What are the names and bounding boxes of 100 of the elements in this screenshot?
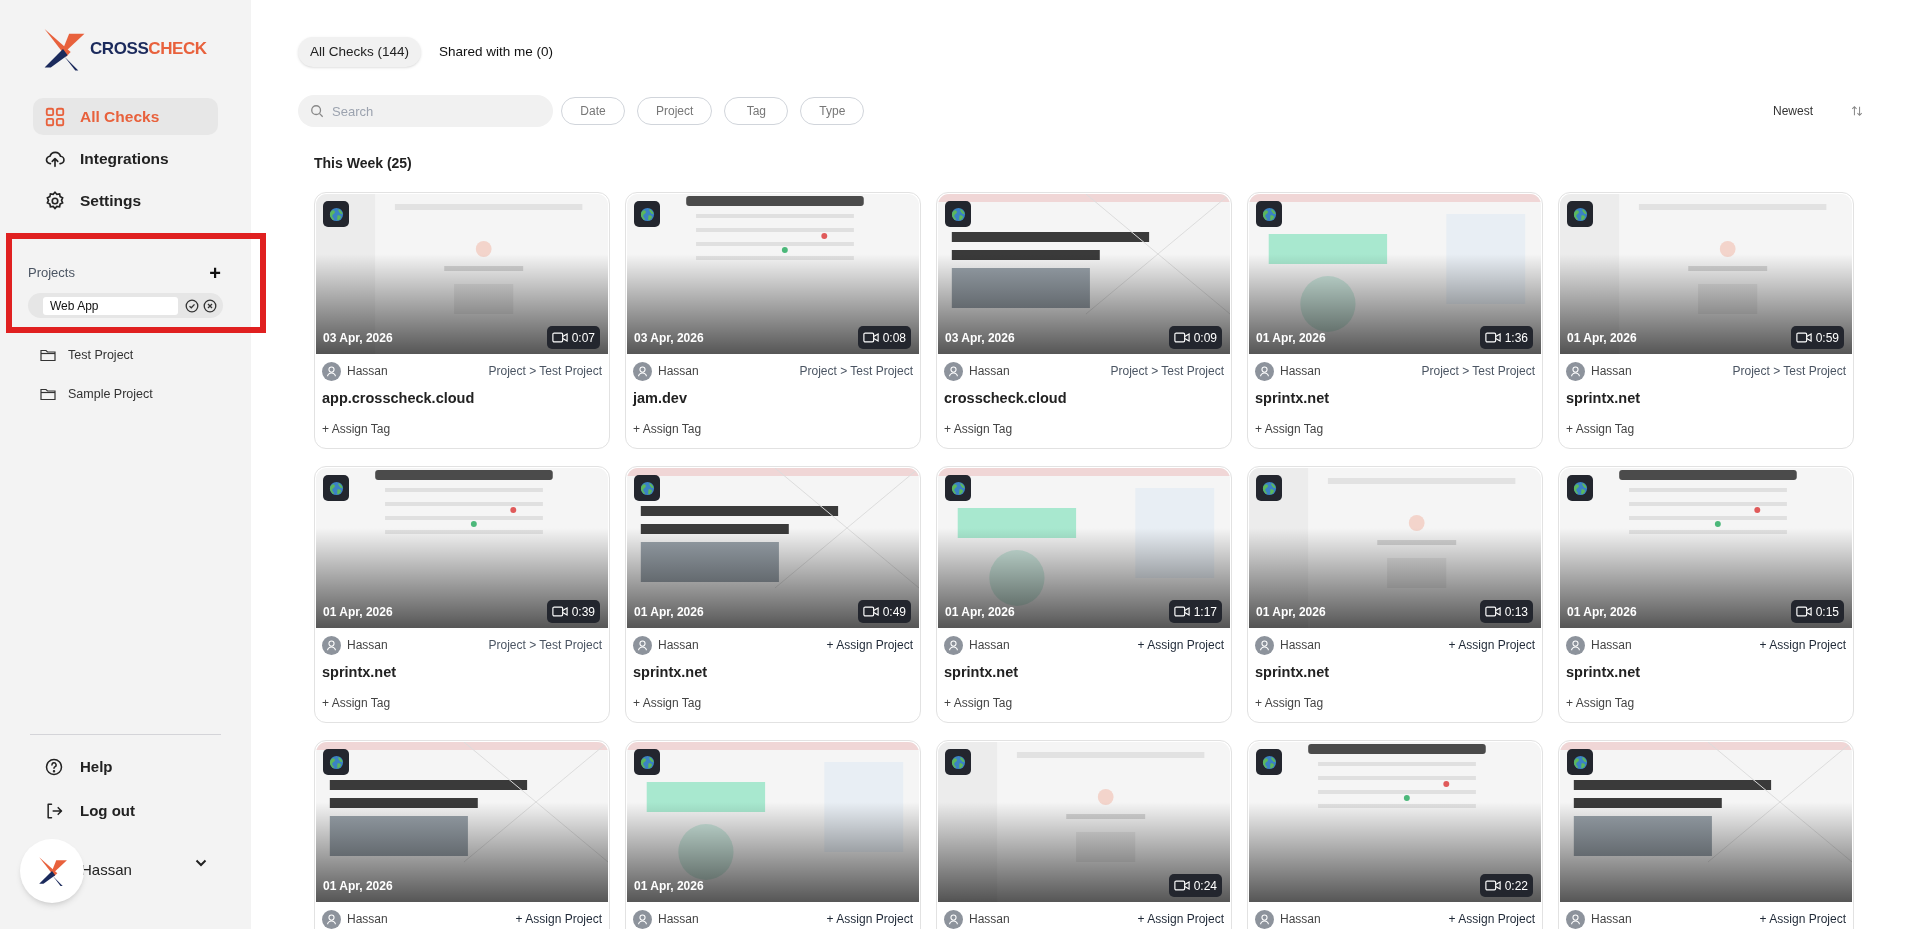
sort-dropdown[interactable]: Newest — [1773, 102, 1813, 120]
tab[interactable]: Shared with me (0) — [427, 37, 566, 67]
globe-icon — [950, 754, 966, 770]
assign-tag-link[interactable]: + Assign Tag — [322, 694, 391, 712]
globe-icon — [639, 206, 655, 222]
recording-date: 03 Apr, 2026 — [634, 330, 704, 347]
check-card[interactable]: 01 Apr, 2026 0:59 Hassan Project > Test Project sprintx.net + Assign Tag — [1558, 192, 1854, 449]
avatar-icon — [633, 361, 652, 381]
assign-project-link[interactable]: + Assign Project — [826, 636, 913, 654]
project-path[interactable]: Project > Test Project — [488, 636, 602, 654]
check-card[interactable]: 03 Apr, 2026 0:08 Hassan Project > Test Project jam.dev + Assign Tag — [625, 192, 921, 449]
author-name: Hassan — [969, 363, 1010, 380]
check-title[interactable]: sprintx.net — [626, 662, 920, 684]
check-card[interactable]: 01 Apr, 2026 0:15 Hassan + Assign Project sprintx.net + Assign Tag — [1558, 466, 1854, 723]
author-name: Hassan — [347, 911, 388, 928]
assign-project-link[interactable]: + Assign Project — [1137, 636, 1224, 654]
grid-icon — [44, 105, 66, 128]
check-title[interactable]: sprintx.net — [937, 662, 1231, 684]
assign-project-link[interactable]: + Assign Project — [1759, 910, 1846, 928]
check-title[interactable]: sprintx.net — [1248, 662, 1542, 684]
check-title[interactable]: sprintx.net — [1559, 388, 1853, 410]
assign-tag-link[interactable]: + Assign Tag — [944, 420, 1013, 438]
video-camera-icon — [551, 606, 568, 617]
add-project-button[interactable]: + — [209, 263, 221, 283]
duration-badge: 0:49 — [857, 600, 911, 623]
project-path[interactable]: Project > Test Project — [1110, 362, 1224, 380]
check-card[interactable]: 01 Apr, 2026 0:13 Hassan + Assign Project sprintx.net + Assign Tag — [1247, 466, 1543, 723]
sort-order-button[interactable] — [1851, 105, 1863, 117]
check-title[interactable]: sprintx.net — [1248, 388, 1542, 410]
nav-item[interactable]: Log out — [44, 795, 207, 827]
assign-project-link[interactable]: + Assign Project — [1137, 910, 1224, 928]
recording-date: 01 Apr, 2026 — [323, 878, 393, 895]
tab[interactable]: All Checks (144) — [298, 37, 422, 67]
check-title[interactable]: jam.dev — [626, 388, 920, 410]
avatar-icon — [1566, 635, 1585, 655]
author-name: Hassan — [1280, 911, 1321, 928]
check-card[interactable]: 0:22 Hassan + Assign Project — [1247, 740, 1543, 929]
assign-tag-link[interactable]: + Assign Tag — [633, 694, 702, 712]
recording-date: 01 Apr, 2026 — [1256, 604, 1326, 621]
assign-tag-link[interactable]: + Assign Tag — [1566, 694, 1635, 712]
project-item[interactable]: Sample Project — [40, 380, 251, 408]
video-camera-icon — [1795, 606, 1812, 617]
check-card[interactable]: 03 Apr, 2026 0:09 Hassan Project > Test Project crosscheck.cloud + Assign Tag — [936, 192, 1232, 449]
avatar-icon — [944, 635, 963, 655]
logo-avatar[interactable] — [20, 839, 84, 903]
video-camera-icon — [1173, 606, 1190, 617]
check-card[interactable]: 01 Apr, 2026 Hassan + Assign Project — [314, 740, 610, 929]
check-title[interactable]: crosscheck.cloud — [937, 388, 1231, 410]
assign-tag-link[interactable]: + Assign Tag — [633, 420, 702, 438]
assign-tag-link[interactable]: + Assign Tag — [1566, 420, 1635, 438]
recording-date: 01 Apr, 2026 — [1567, 604, 1637, 621]
avatar-icon — [633, 909, 652, 929]
nav-item[interactable]: Settings — [33, 182, 218, 219]
assign-tag-link[interactable]: + Assign Tag — [1255, 694, 1324, 712]
assign-project-link[interactable]: + Assign Project — [1448, 636, 1535, 654]
check-card[interactable]: 0:24 Hassan + Assign Project — [936, 740, 1232, 929]
recording-date: 03 Apr, 2026 — [323, 330, 393, 347]
cancel-button[interactable] — [203, 298, 217, 313]
globe-icon — [950, 480, 966, 496]
check-card[interactable]: Hassan + Assign Project — [1558, 740, 1854, 929]
check-card[interactable]: 03 Apr, 2026 0:07 Hassan Project > Test Project app.crosscheck.cloud + Assign Tag — [314, 192, 610, 449]
check-title[interactable]: sprintx.net — [1559, 662, 1853, 684]
assign-project-link[interactable]: + Assign Project — [1448, 910, 1535, 928]
duration-badge: 0:24 — [1168, 874, 1222, 897]
globe-icon — [1572, 754, 1588, 770]
check-card[interactable]: 01 Apr, 2026 0:49 Hassan + Assign Project sprintx.net + Assign Tag — [625, 466, 921, 723]
check-card[interactable]: 01 Apr, 2026 0:39 Hassan Project > Test Project sprintx.net + Assign Tag — [314, 466, 610, 723]
duration-badge: 0:22 — [1479, 874, 1533, 897]
nav-item[interactable]: Help — [44, 751, 207, 783]
assign-tag-link[interactable]: + Assign Tag — [322, 420, 391, 438]
assign-project-link[interactable]: + Assign Project — [1759, 636, 1846, 654]
project-path[interactable]: Project > Test Project — [1421, 362, 1535, 380]
assign-tag-link[interactable]: + Assign Tag — [944, 694, 1013, 712]
check-title[interactable]: app.crosscheck.cloud — [315, 388, 609, 410]
avatar-icon — [322, 361, 341, 381]
project-path[interactable]: Project > Test Project — [799, 362, 913, 380]
project-path[interactable]: Project > Test Project — [1732, 362, 1846, 380]
confirm-button[interactable] — [185, 298, 199, 313]
check-card[interactable]: 01 Apr, 2026 Hassan + Assign Project — [625, 740, 921, 929]
assign-project-link[interactable]: + Assign Project — [515, 910, 602, 928]
video-camera-icon — [1795, 332, 1812, 343]
globe-icon — [1261, 754, 1277, 770]
check-card[interactable]: 01 Apr, 2026 1:17 Hassan + Assign Project sprintx.net + Assign Tag — [936, 466, 1232, 723]
assign-tag-link[interactable]: + Assign Tag — [1255, 420, 1324, 438]
assign-project-link[interactable]: + Assign Project — [826, 910, 913, 928]
project-path[interactable]: Project > Test Project — [488, 362, 602, 380]
nav-item[interactable]: Integrations — [33, 140, 218, 177]
search-field[interactable]: Search — [298, 95, 553, 127]
video-camera-icon — [1484, 606, 1501, 617]
duration-badge: 0:15 — [1790, 600, 1844, 623]
project-item[interactable]: Test Project — [40, 341, 251, 369]
check-title[interactable]: sprintx.net — [315, 662, 609, 684]
video-camera-icon — [1173, 332, 1190, 343]
video-camera-icon — [1173, 880, 1190, 891]
project-name-field[interactable]: Web App — [43, 296, 178, 315]
globe-icon — [639, 480, 655, 496]
duration-badge: 0:07 — [546, 326, 600, 349]
video-camera-icon — [1484, 332, 1501, 343]
check-card[interactable]: 01 Apr, 2026 1:36 Hassan Project > Test Project sprintx.net + Assign Tag — [1247, 192, 1543, 449]
user-menu-button[interactable] — [195, 859, 207, 867]
